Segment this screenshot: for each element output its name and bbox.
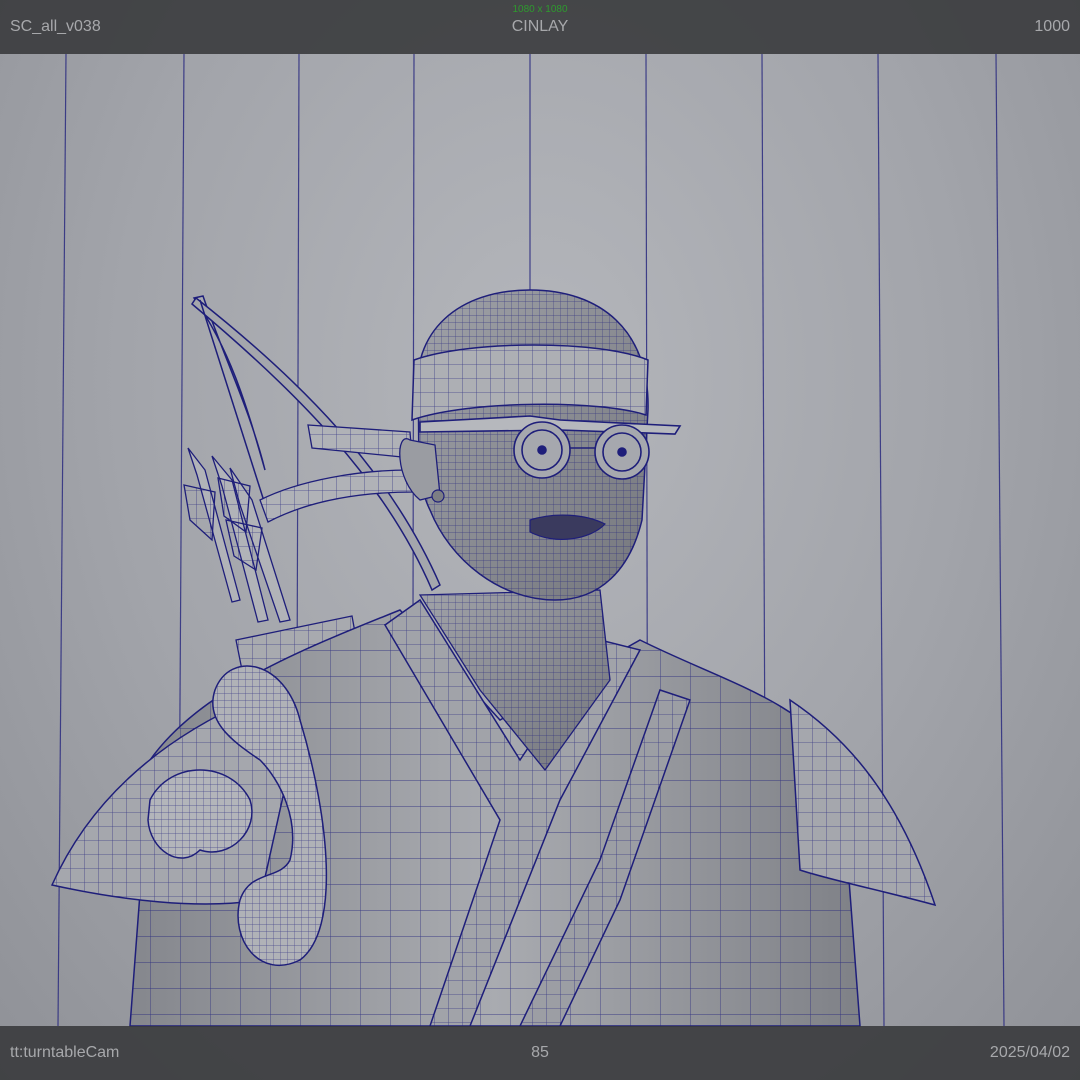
date-label: 2025/04/02 [989, 1044, 1070, 1061]
current-frame-label: 85 [531, 1044, 549, 1061]
scene-wireframe [50, 53, 1005, 1027]
shoulder-armor-right [789, 698, 937, 907]
resolution-gate-label: 1080 x 1080 [512, 4, 568, 15]
arrows-mesh [183, 447, 291, 623]
viewport-3d[interactable] [0, 0, 1080, 1080]
frame-range-label: 1000 [1034, 18, 1070, 35]
hud-bottom-bar: tt:turntableCam 85 2025/04/02 [0, 1026, 1080, 1080]
department-label: CINLAY [511, 18, 569, 35]
hud-top-bar: SC_all_v038 CINLAY 1000 1080 x 1080 [0, 0, 1080, 54]
